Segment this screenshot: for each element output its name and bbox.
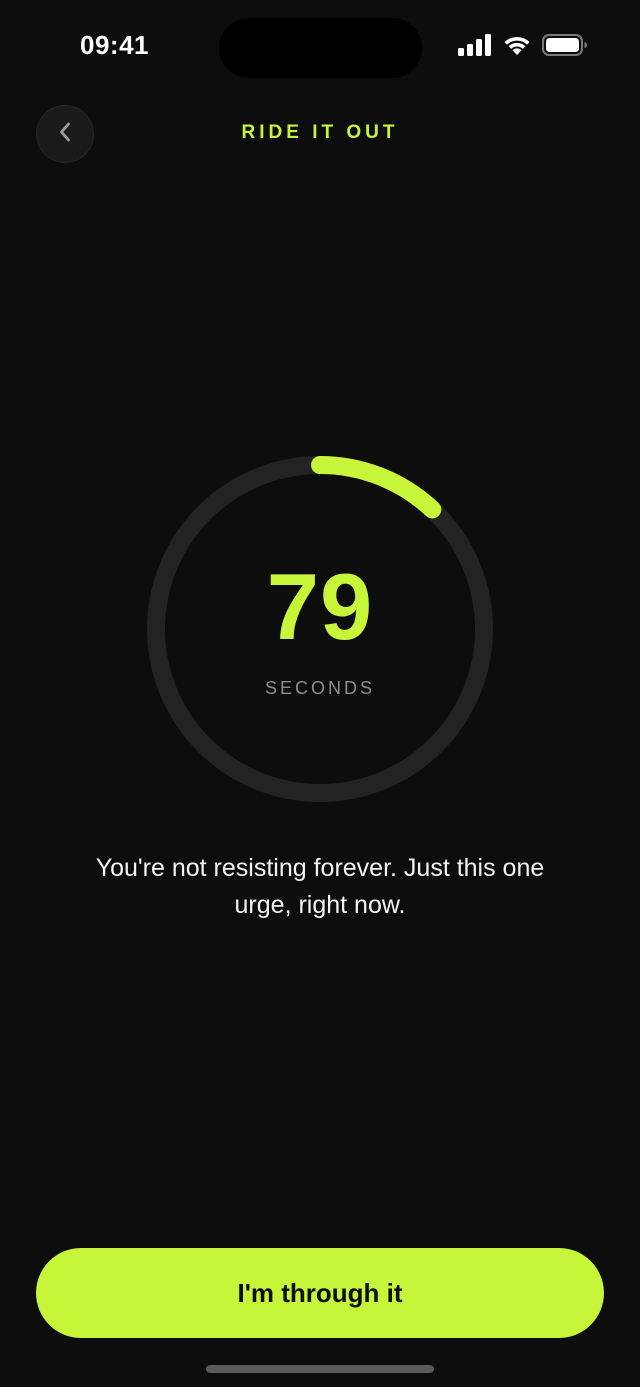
timer-value: 79 [266, 554, 374, 659]
cellular-signal-icon [458, 34, 492, 56]
status-bar: 09:41 [0, 0, 640, 95]
im-through-it-button[interactable]: I'm through it [36, 1248, 604, 1338]
home-indicator [206, 1365, 434, 1373]
status-time: 09:41 [80, 30, 149, 60]
timer-unit-label: SECONDS [264, 678, 375, 698]
wifi-icon [502, 34, 532, 56]
page-title: RIDE IT OUT [241, 122, 399, 143]
dynamic-island [219, 18, 422, 78]
encouragement-message: You're not resisting forever. Just this … [95, 854, 545, 919]
battery-icon [542, 34, 588, 56]
status-icons [458, 34, 588, 56]
